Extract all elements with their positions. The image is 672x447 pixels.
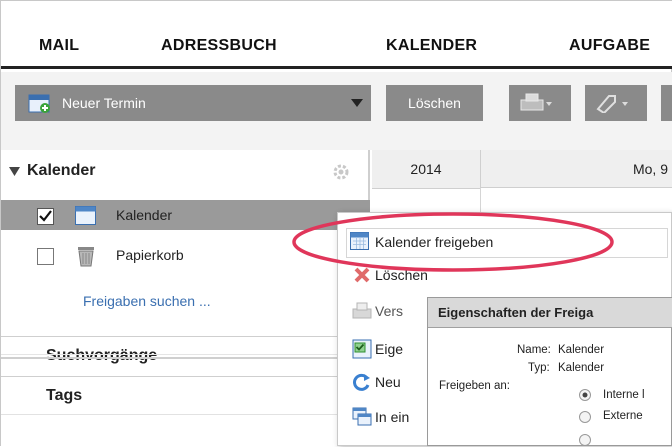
year-label: 2014: [410, 161, 442, 177]
window-icon: [352, 407, 372, 426]
share-with-label: Freigeben an:: [439, 380, 510, 392]
internal-option-label: Interne l: [603, 389, 645, 401]
top-navigation: MAIL ADRESSBUCH KALENDER AUFGABE: [1, 1, 672, 69]
year-cell: 2014: [372, 150, 481, 189]
name-value: Kalender: [558, 344, 605, 356]
menu-item-label: Eige: [375, 341, 404, 357]
radio-selected-icon[interactable]: [578, 388, 592, 402]
tags-section: Tags: [1, 376, 370, 415]
nav-adressbuch[interactable]: ADRESSBUCH: [161, 37, 277, 55]
properties-icon: [352, 339, 372, 359]
radio-unselected-icon[interactable]: [578, 410, 592, 424]
chevron-down-icon[interactable]: [351, 99, 363, 107]
collapse-triangle-icon[interactable]: [9, 167, 20, 177]
external-option-label: Externe: [603, 410, 643, 422]
trash-icon: [78, 247, 94, 267]
calendar-add-icon: [28, 94, 50, 113]
menu-item-label: Neu: [375, 374, 401, 390]
more-toolbar-button[interactable]: [661, 85, 672, 121]
menu-item-label: Vers: [375, 303, 404, 319]
menu-item-label: In ein: [375, 409, 410, 425]
tag-button[interactable]: [585, 85, 647, 121]
toolbar: Neuer Termin Löschen: [1, 72, 672, 150]
refresh-icon: [353, 373, 370, 391]
type-label: Typ:: [528, 362, 550, 374]
print-icon: [520, 93, 552, 111]
sidebar-footer: [1, 414, 370, 447]
new-event-label: Neuer Termin: [62, 95, 146, 111]
day-label: Mo, 9: [632, 161, 668, 177]
nav-kalender[interactable]: KALENDER: [386, 37, 477, 55]
gear-icon[interactable]: [333, 164, 349, 180]
delete-label: Löschen: [408, 95, 461, 111]
divider: [1, 358, 370, 359]
nav-aufgaben[interactable]: AUFGABE: [569, 37, 650, 55]
name-label: Name:: [517, 344, 551, 356]
day-header[interactable]: Mo, 9: [481, 150, 672, 188]
new-event-button[interactable]: Neuer Termin: [15, 85, 371, 121]
delete-button[interactable]: Löschen: [386, 85, 483, 121]
calendar-icon: [75, 206, 96, 225]
sidebar-item-label: Kalender: [116, 207, 173, 223]
properties-dialog: Eigenschaften der Freiga Name: Kalender …: [427, 297, 672, 446]
find-shares-link[interactable]: Freigaben suchen ...: [83, 293, 211, 309]
radio-unselected-icon[interactable]: [578, 433, 592, 447]
sidebar: Kalender Kalender Papierkorb Freigaben s…: [1, 150, 370, 446]
calendar-section-title[interactable]: Kalender: [27, 162, 95, 180]
highlight-ellipse: [292, 212, 614, 272]
tags-title[interactable]: Tags: [46, 387, 82, 405]
checkbox-unchecked-icon[interactable]: [37, 248, 54, 265]
dialog-title[interactable]: Eigenschaften der Freiga: [428, 298, 672, 328]
tag-icon: [596, 95, 628, 113]
sidebar-item-label: Papierkorb: [116, 247, 184, 263]
checkbox-checked-icon[interactable]: [37, 208, 54, 225]
print-button[interactable]: [509, 85, 571, 121]
print-icon: [352, 302, 372, 319]
nav-mail[interactable]: MAIL: [39, 37, 79, 55]
type-value: Kalender: [558, 362, 605, 374]
divider: [1, 354, 370, 355]
